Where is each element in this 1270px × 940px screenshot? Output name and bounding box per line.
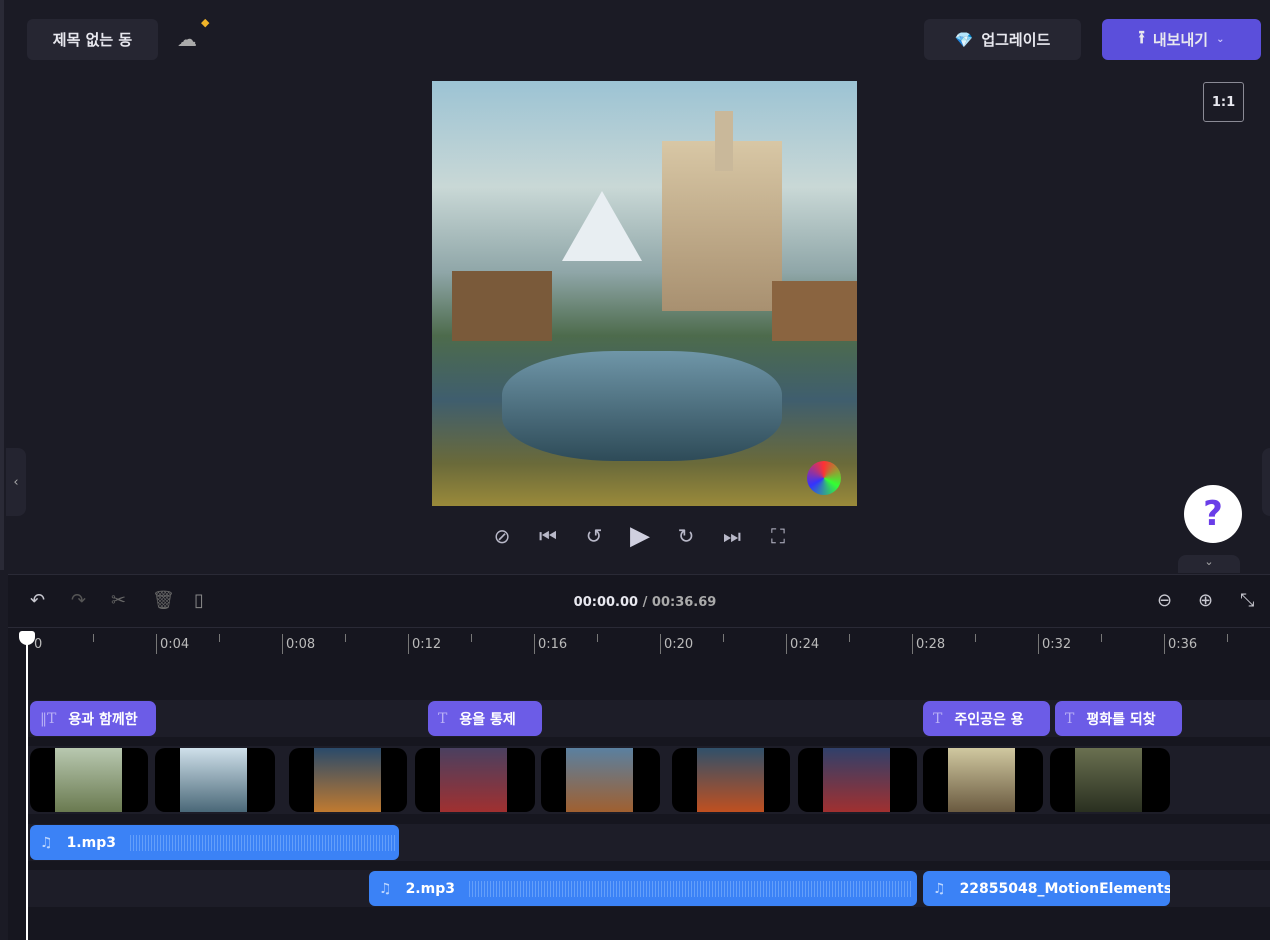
playhead[interactable] [26, 632, 28, 940]
text-clip[interactable]: T 주인공은 용 [923, 701, 1050, 736]
right-panel-toggle[interactable] [1262, 448, 1270, 516]
text-icon: T [1065, 710, 1075, 727]
rewind-5-icon[interactable]: ↺ [582, 522, 606, 550]
ruler-minor-tick [975, 634, 976, 642]
clip-thumbnail [823, 748, 890, 812]
chevron-down-icon: ⌄ [1216, 34, 1225, 45]
ruler-major-tick [660, 634, 661, 654]
time-display: 00:00.00 / 00:36.69 [573, 595, 717, 610]
clip-thumbnail [55, 748, 122, 812]
clip-thumbnail [1075, 748, 1142, 812]
video-clip[interactable] [923, 748, 1043, 812]
text-animation-icon: ‖T [40, 710, 57, 727]
cloud-off-icon[interactable]: ☁ [177, 27, 197, 51]
text-clip[interactable]: ‖T 용과 함께한 [30, 701, 156, 736]
ruler-major-tick [408, 634, 409, 654]
ruler-minor-tick [345, 634, 346, 642]
forward-5-icon[interactable]: ↻ [674, 522, 698, 550]
ruler-label: 0:08 [286, 637, 316, 652]
ruler-major-tick [156, 634, 157, 654]
time-ruler[interactable] [8, 627, 1270, 663]
clip-thumbnail [314, 748, 381, 812]
ruler-major-tick [1038, 634, 1039, 654]
playback-controls: ⊘ ⏮ ↺ ▶ ↻ ⏭ ⛶ [490, 521, 790, 551]
audio-clip[interactable]: ♫ 1.mp3 [30, 825, 399, 860]
help-button[interactable]: ? [1184, 485, 1242, 543]
zoom-in-icon[interactable]: ⊕ [1198, 590, 1213, 611]
ruler-minor-tick [219, 634, 220, 642]
waveform [468, 880, 913, 897]
ruler-minor-tick [1101, 634, 1102, 642]
ruler-minor-tick [471, 634, 472, 642]
ruler-label: 0:04 [160, 637, 190, 652]
ruler-label: 0:24 [790, 637, 820, 652]
ruler-major-tick [786, 634, 787, 654]
text-icon: T [438, 710, 448, 727]
video-clip[interactable] [1050, 748, 1170, 812]
fit-timeline-icon[interactable]: ⤡ [1240, 590, 1254, 611]
ruler-label: 0:16 [538, 637, 568, 652]
ruler-minor-tick [723, 634, 724, 642]
upload-icon: ⭱ [1138, 26, 1145, 48]
ruler-minor-tick [849, 634, 850, 642]
audio-clip[interactable]: ♫ 2.mp3 [369, 871, 917, 906]
clip-thumbnail [697, 748, 764, 812]
ruler-label: 0:20 [664, 637, 694, 652]
clip-thumbnail [566, 748, 633, 812]
export-button[interactable]: ⭱ 내보내기 ⌄ [1102, 19, 1261, 60]
clip-thumbnail [440, 748, 507, 812]
video-preview [432, 81, 857, 506]
captions-off-icon[interactable]: ⊘ [490, 522, 514, 550]
text-clip[interactable]: T 용을 통제 [428, 701, 542, 736]
clip-thumbnail [948, 748, 1015, 812]
ruler-minor-tick [93, 634, 94, 642]
gem-icon: 💎 [954, 30, 974, 49]
text-clip[interactable]: T 평화를 되찾 [1055, 701, 1182, 736]
watermark-icon [807, 461, 841, 495]
ruler-label: 0 [34, 637, 43, 652]
play-icon[interactable]: ▶ [628, 521, 652, 551]
premium-gem-icon: ◆ [201, 16, 210, 29]
left-edge [0, 0, 4, 570]
ruler-major-tick [1164, 634, 1165, 654]
clip-thumbnail [180, 748, 247, 812]
project-title-button[interactable]: 제목 없는 동 [27, 19, 158, 60]
video-clip[interactable] [289, 748, 407, 812]
waveform [129, 834, 395, 851]
collapse-timeline-button[interactable]: ⌄ [1178, 555, 1240, 573]
video-clip[interactable] [30, 748, 148, 812]
upgrade-button[interactable]: 💎 업그레이드 [924, 19, 1081, 60]
video-clip[interactable] [672, 748, 790, 812]
video-clip[interactable] [541, 748, 660, 812]
ruler-major-tick [534, 634, 535, 654]
skip-back-icon[interactable]: ⏮ [536, 522, 560, 550]
left-panel-toggle[interactable]: ‹ [6, 448, 26, 516]
video-clip[interactable] [798, 748, 917, 812]
video-clip[interactable] [155, 748, 275, 812]
fullscreen-icon[interactable]: ⛶ [766, 522, 790, 550]
music-note-icon: ♫ [40, 834, 53, 851]
video-clip[interactable] [415, 748, 535, 812]
audio-clip[interactable]: ♫ 22855048_MotionElements [923, 871, 1170, 906]
ruler-label: 0:32 [1042, 637, 1072, 652]
music-note-icon: ♫ [933, 880, 946, 897]
ruler-minor-tick [597, 634, 598, 642]
skip-forward-icon[interactable]: ⏭ [720, 522, 744, 550]
aspect-ratio-button[interactable]: 1:1 [1203, 82, 1244, 122]
ruler-major-tick [912, 634, 913, 654]
zoom-out-icon[interactable]: ⊖ [1157, 590, 1172, 611]
ruler-label: 0:36 [1168, 637, 1198, 652]
ruler-minor-tick [1227, 634, 1228, 642]
ruler-label: 0:28 [916, 637, 946, 652]
text-icon: T [933, 710, 943, 727]
ruler-major-tick [282, 634, 283, 654]
music-note-icon: ♫ [379, 880, 392, 897]
ruler-label: 0:12 [412, 637, 442, 652]
